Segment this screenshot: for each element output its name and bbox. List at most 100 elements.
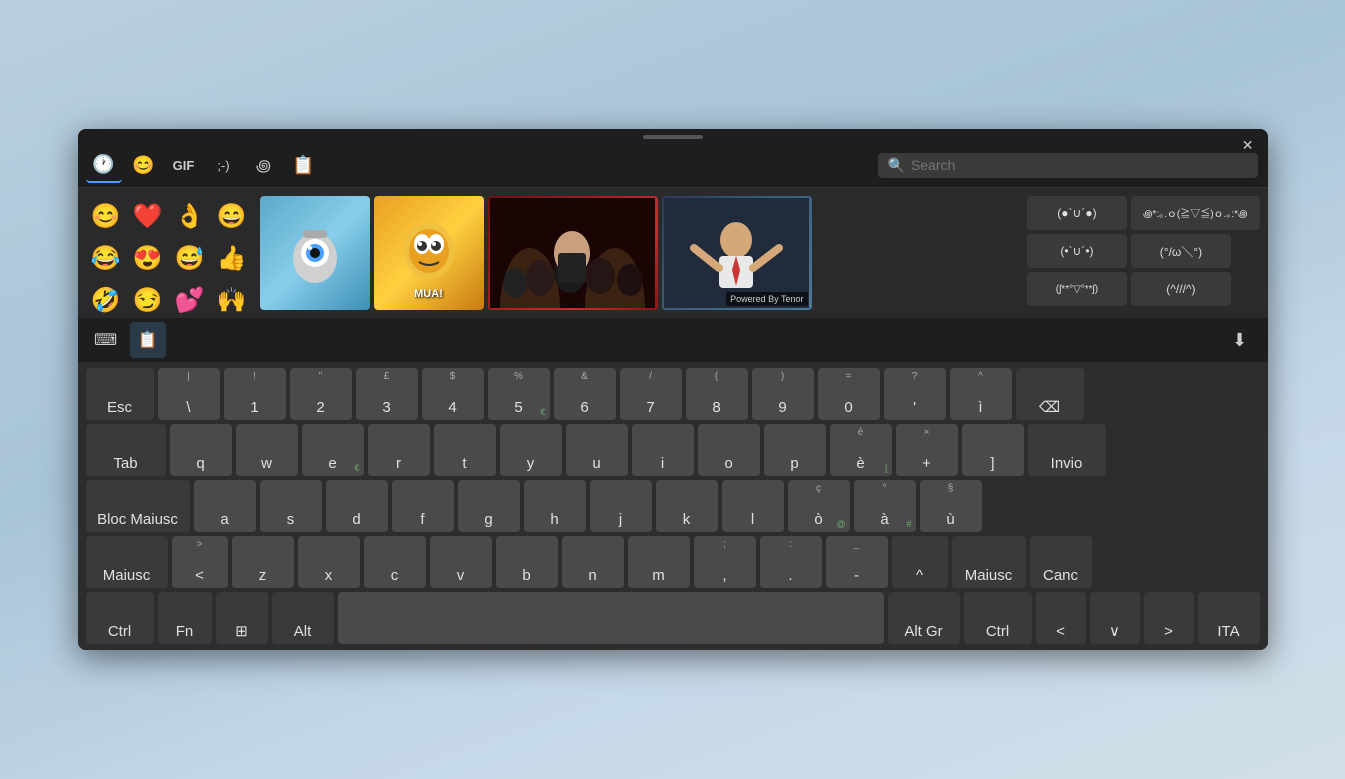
key-ugrave[interactable]: § ù bbox=[920, 480, 982, 532]
key-ctrl-left[interactable]: Ctrl bbox=[86, 592, 154, 644]
gif-item-1[interactable] bbox=[260, 196, 370, 310]
key-l[interactable]: l bbox=[722, 480, 784, 532]
key-canc[interactable]: Canc bbox=[1030, 536, 1092, 588]
key-ctrl-right[interactable]: Ctrl bbox=[964, 592, 1032, 644]
key-4[interactable]: $ 4 bbox=[422, 368, 484, 420]
kaomoji-btn-2[interactable]: ꩜*:｡.ｏ(≧▽≦)ｏ.｡:*꩜ bbox=[1131, 196, 1260, 230]
emoji-cell[interactable]: 😂 bbox=[86, 238, 126, 278]
key-ita[interactable]: ITA bbox=[1198, 592, 1260, 644]
key-ltgt[interactable]: > < bbox=[172, 536, 228, 588]
key-comma[interactable]: ; , bbox=[694, 536, 756, 588]
key-r[interactable]: r bbox=[368, 424, 430, 476]
key-3[interactable]: £ 3 bbox=[356, 368, 418, 420]
key-fn[interactable]: Fn bbox=[158, 592, 212, 644]
key-5[interactable]: % 5 € bbox=[488, 368, 550, 420]
key-v[interactable]: v bbox=[430, 536, 492, 588]
key-y[interactable]: y bbox=[500, 424, 562, 476]
key-p[interactable]: p bbox=[764, 424, 826, 476]
download-icon[interactable]: ⬇ bbox=[1222, 322, 1258, 358]
key-s[interactable]: s bbox=[260, 480, 322, 532]
clipboard-tab-icon[interactable]: 📋 bbox=[286, 147, 322, 183]
key-a[interactable]: a bbox=[194, 480, 256, 532]
emoji-cell[interactable]: 😄 bbox=[212, 196, 252, 236]
emoji-cell[interactable]: 🙌 bbox=[212, 280, 252, 320]
kaomoji-tab-icon[interactable]: ;-) bbox=[206, 147, 242, 183]
keyboard-settings-icon[interactable]: ⌨ bbox=[88, 322, 124, 358]
key-altgr[interactable]: Alt Gr bbox=[888, 592, 960, 644]
key-h[interactable]: h bbox=[524, 480, 586, 532]
key-caret[interactable]: ^ bbox=[892, 536, 948, 588]
key-o[interactable]: o bbox=[698, 424, 760, 476]
key-6[interactable]: & 6 bbox=[554, 368, 616, 420]
key-u[interactable]: u bbox=[566, 424, 628, 476]
key-n[interactable]: n bbox=[562, 536, 624, 588]
emoji-cell[interactable]: 😅 bbox=[170, 238, 210, 278]
key-j[interactable]: j bbox=[590, 480, 652, 532]
key-7[interactable]: / 7 bbox=[620, 368, 682, 420]
key-apos[interactable]: ? ' bbox=[884, 368, 946, 420]
key-alt[interactable]: Alt bbox=[272, 592, 334, 644]
key-caps[interactable]: Bloc Maiusc bbox=[86, 480, 190, 532]
key-bracket[interactable]: ] bbox=[962, 424, 1024, 476]
key-w[interactable]: w bbox=[236, 424, 298, 476]
key-invio[interactable]: Invio bbox=[1028, 424, 1106, 476]
search-input[interactable] bbox=[911, 157, 1248, 173]
key-dot[interactable]: : . bbox=[760, 536, 822, 588]
key-backslash[interactable]: | \ bbox=[158, 368, 220, 420]
key-minus[interactable]: _ - bbox=[826, 536, 888, 588]
key-win[interactable]: ⊞ bbox=[216, 592, 268, 644]
key-ograve[interactable]: ç ò @ bbox=[788, 480, 850, 532]
emoji-cell[interactable]: 😊 bbox=[86, 196, 126, 236]
gif-item-2[interactable]: MUA! bbox=[374, 196, 484, 310]
key-e[interactable]: e € bbox=[302, 424, 364, 476]
emoji-cell[interactable]: 😏 bbox=[128, 280, 168, 320]
key-g[interactable]: g bbox=[458, 480, 520, 532]
key-down-arrow[interactable]: ∨ bbox=[1090, 592, 1140, 644]
key-f[interactable]: f bbox=[392, 480, 454, 532]
emoji-cell[interactable]: 💕 bbox=[170, 280, 210, 320]
emoji-cell[interactable]: ❤️ bbox=[128, 196, 168, 236]
key-tab[interactable]: Tab bbox=[86, 424, 166, 476]
emoji-cell[interactable]: 👍 bbox=[212, 238, 252, 278]
key-right-arrow[interactable]: > bbox=[1144, 592, 1194, 644]
key-0[interactable]: = 0 bbox=[818, 368, 880, 420]
key-9[interactable]: ) 9 bbox=[752, 368, 814, 420]
key-egrave[interactable]: é è [ bbox=[830, 424, 892, 476]
kaomoji-btn-3[interactable]: (•`∪´•) bbox=[1027, 234, 1127, 268]
key-2[interactable]: " 2 bbox=[290, 368, 352, 420]
emoji-tab-icon[interactable]: 😊 bbox=[126, 147, 162, 183]
gif-item-4[interactable]: Powered By Tenor bbox=[662, 196, 812, 310]
kaomoji-btn-4[interactable]: (°/ω＼°) bbox=[1131, 234, 1231, 268]
key-left-arrow[interactable]: < bbox=[1036, 592, 1086, 644]
key-b[interactable]: b bbox=[496, 536, 558, 588]
kaomoji-btn-6[interactable]: (^///^) bbox=[1131, 272, 1231, 306]
key-grave[interactable]: ^ ì bbox=[950, 368, 1012, 420]
kaomoji-btn-1[interactable]: (●`∪´●) bbox=[1027, 196, 1127, 230]
key-shift-right[interactable]: Maiusc bbox=[952, 536, 1026, 588]
key-m[interactable]: m bbox=[628, 536, 690, 588]
clipboard-mode-icon[interactable]: 📋 bbox=[130, 322, 166, 358]
gif-item-3[interactable] bbox=[488, 196, 658, 310]
key-space[interactable] bbox=[338, 592, 884, 644]
key-t[interactable]: t bbox=[434, 424, 496, 476]
key-agrave[interactable]: ° à # bbox=[854, 480, 916, 532]
recent-tab-icon[interactable]: 🕐 bbox=[86, 147, 122, 183]
key-1[interactable]: ! 1 bbox=[224, 368, 286, 420]
emoji-cell[interactable]: 🤣 bbox=[86, 280, 126, 320]
emoji-cell[interactable]: 😍 bbox=[128, 238, 168, 278]
key-k[interactable]: k bbox=[656, 480, 718, 532]
emoji-cell[interactable]: 👌 bbox=[170, 196, 210, 236]
key-x[interactable]: x bbox=[298, 536, 360, 588]
key-q[interactable]: q bbox=[170, 424, 232, 476]
key-i[interactable]: i bbox=[632, 424, 694, 476]
key-d[interactable]: d bbox=[326, 480, 388, 532]
symbols-tab-icon[interactable]: ꩜ bbox=[246, 147, 282, 183]
key-8[interactable]: ( 8 bbox=[686, 368, 748, 420]
key-c[interactable]: c bbox=[364, 536, 426, 588]
kaomoji-btn-5[interactable]: (ʃ**°▽°**ʃ) bbox=[1027, 272, 1127, 306]
key-backspace[interactable]: ⌫ bbox=[1016, 368, 1084, 420]
close-button[interactable]: ✕ bbox=[1236, 135, 1260, 156]
key-shift-left[interactable]: Maiusc bbox=[86, 536, 168, 588]
key-esc[interactable]: Esc bbox=[86, 368, 154, 420]
key-plus[interactable]: × + bbox=[896, 424, 958, 476]
